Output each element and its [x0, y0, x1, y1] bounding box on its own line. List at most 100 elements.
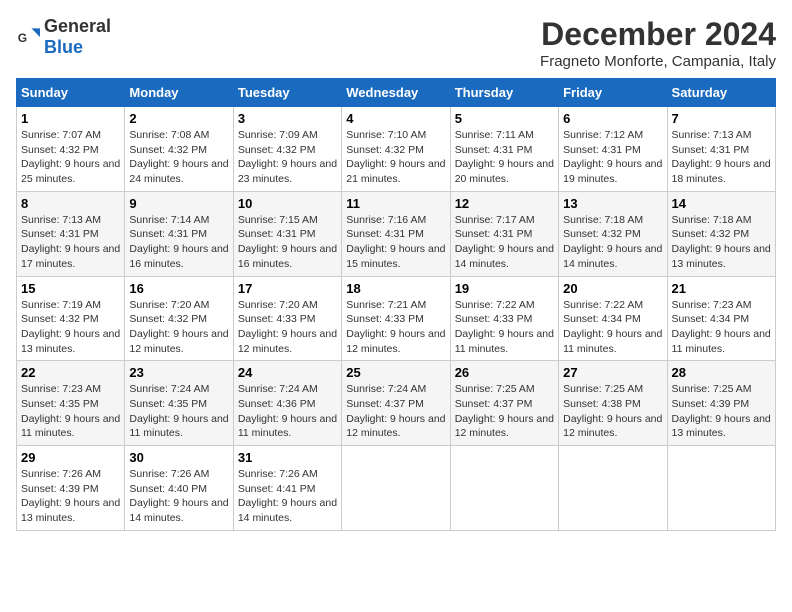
day-number: 4 [346, 111, 445, 126]
day-number: 25 [346, 365, 445, 380]
calendar-cell [667, 446, 775, 531]
calendar-cell: 13 Sunrise: 7:18 AMSunset: 4:32 PMDayligh… [559, 191, 667, 276]
day-number: 21 [672, 281, 771, 296]
day-header-monday: Monday [125, 79, 233, 107]
day-header-saturday: Saturday [667, 79, 775, 107]
day-info: Sunrise: 7:09 AMSunset: 4:32 PMDaylight:… [238, 128, 337, 187]
calendar-table: SundayMondayTuesdayWednesdayThursdayFrid… [16, 78, 776, 531]
day-number: 22 [21, 365, 120, 380]
calendar-cell: 25 Sunrise: 7:24 AMSunset: 4:37 PMDayligh… [342, 361, 450, 446]
day-info: Sunrise: 7:18 AMSunset: 4:32 PMDaylight:… [563, 213, 662, 272]
calendar-cell [559, 446, 667, 531]
day-info: Sunrise: 7:19 AMSunset: 4:32 PMDaylight:… [21, 298, 120, 357]
calendar-cell: 9 Sunrise: 7:14 AMSunset: 4:31 PMDaylight… [125, 191, 233, 276]
logo-blue: Blue [44, 37, 83, 57]
day-number: 13 [563, 196, 662, 211]
day-number: 9 [129, 196, 228, 211]
day-number: 3 [238, 111, 337, 126]
day-number: 18 [346, 281, 445, 296]
calendar-cell: 26Sunrise: 7:25 AMSunset: 4:37 PMDayligh… [450, 361, 558, 446]
day-number: 10 [238, 196, 337, 211]
calendar-cell: 4 Sunrise: 7:10 AMSunset: 4:32 PMDaylight… [342, 107, 450, 192]
day-number: 19 [455, 281, 554, 296]
day-info: Sunrise: 7:11 AMSunset: 4:31 PMDaylight:… [455, 128, 554, 187]
calendar-cell: 31 Sunrise: 7:26 AMSunset: 4:41 PMDayligh… [233, 446, 341, 531]
calendar-cell: 19 Sunrise: 7:22 AMSunset: 4:33 PMDayligh… [450, 276, 558, 361]
day-info: Sunrise: 7:13 AMSunset: 4:31 PMDaylight:… [21, 213, 120, 272]
calendar-cell: 28Sunrise: 7:25 AMSunset: 4:39 PMDayligh… [667, 361, 775, 446]
calendar-cell: 21Sunrise: 7:23 AMSunset: 4:34 PMDayligh… [667, 276, 775, 361]
day-number: 20 [563, 281, 662, 296]
day-info: Sunrise: 7:13 AMSunset: 4:31 PMDaylight:… [672, 128, 771, 187]
calendar-cell: 5 Sunrise: 7:11 AMSunset: 4:31 PMDaylight… [450, 107, 558, 192]
day-info: Sunrise: 7:16 AMSunset: 4:31 PMDaylight:… [346, 213, 445, 272]
day-number: 8 [21, 196, 120, 211]
day-number: 26 [455, 365, 554, 380]
day-number: 27 [563, 365, 662, 380]
week-row-3: 15 Sunrise: 7:19 AMSunset: 4:32 PMDayligh… [17, 276, 776, 361]
day-info: Sunrise: 7:21 AMSunset: 4:33 PMDaylight:… [346, 298, 445, 357]
day-header-wednesday: Wednesday [342, 79, 450, 107]
calendar-cell: 20 Sunrise: 7:22 AMSunset: 4:34 PMDayligh… [559, 276, 667, 361]
day-info: Sunrise: 7:07 AMSunset: 4:32 PMDaylight:… [21, 128, 120, 187]
calendar-cell: 24Sunrise: 7:24 AMSunset: 4:36 PMDayligh… [233, 361, 341, 446]
day-number: 12 [455, 196, 554, 211]
day-info: Sunrise: 7:26 AMSunset: 4:41 PMDaylight:… [238, 467, 337, 526]
calendar-cell: 22 Sunrise: 7:23 AMSunset: 4:35 PMDayligh… [17, 361, 125, 446]
day-number: 15 [21, 281, 120, 296]
calendar-cell: 7Sunrise: 7:13 AMSunset: 4:31 PMDaylight… [667, 107, 775, 192]
title-area: December 2024 Fragneto Monforte, Campani… [540, 16, 776, 70]
month-title: December 2024 [540, 16, 776, 53]
day-info: Sunrise: 7:24 AMSunset: 4:37 PMDaylight:… [346, 382, 445, 441]
day-header-sunday: Sunday [17, 79, 125, 107]
day-number: 5 [455, 111, 554, 126]
day-number: 31 [238, 450, 337, 465]
calendar-cell: 27 Sunrise: 7:25 AMSunset: 4:38 PMDayligh… [559, 361, 667, 446]
day-number: 23 [129, 365, 228, 380]
day-info: Sunrise: 7:20 AMSunset: 4:32 PMDaylight:… [129, 298, 228, 357]
calendar-cell: 10 Sunrise: 7:15 AMSunset: 4:31 PMDayligh… [233, 191, 341, 276]
week-row-5: 29 Sunrise: 7:26 AMSunset: 4:39 PMDayligh… [17, 446, 776, 531]
day-info: Sunrise: 7:23 AMSunset: 4:35 PMDaylight:… [21, 382, 120, 441]
week-row-2: 8 Sunrise: 7:13 AMSunset: 4:31 PMDaylight… [17, 191, 776, 276]
day-info: Sunrise: 7:18 AMSunset: 4:32 PMDaylight:… [672, 213, 771, 272]
day-info: Sunrise: 7:15 AMSunset: 4:31 PMDaylight:… [238, 213, 337, 272]
calendar-cell: 2Sunrise: 7:08 AMSunset: 4:32 PMDaylight… [125, 107, 233, 192]
day-info: Sunrise: 7:22 AMSunset: 4:33 PMDaylight:… [455, 298, 554, 357]
logo: G General Blue [16, 16, 111, 58]
day-number: 6 [563, 111, 662, 126]
day-info: Sunrise: 7:24 AMSunset: 4:36 PMDaylight:… [238, 382, 337, 441]
day-number: 29 [21, 450, 120, 465]
day-info: Sunrise: 7:10 AMSunset: 4:32 PMDaylight:… [346, 128, 445, 187]
day-header-tuesday: Tuesday [233, 79, 341, 107]
day-info: Sunrise: 7:17 AMSunset: 4:31 PMDaylight:… [455, 213, 554, 272]
calendar-cell: 15 Sunrise: 7:19 AMSunset: 4:32 PMDayligh… [17, 276, 125, 361]
calendar-cell: 6Sunrise: 7:12 AMSunset: 4:31 PMDaylight… [559, 107, 667, 192]
logo-icon: G [16, 25, 40, 49]
day-info: Sunrise: 7:26 AMSunset: 4:40 PMDaylight:… [129, 467, 228, 526]
calendar-cell: 29 Sunrise: 7:26 AMSunset: 4:39 PMDayligh… [17, 446, 125, 531]
day-header-friday: Friday [559, 79, 667, 107]
day-info: Sunrise: 7:26 AMSunset: 4:39 PMDaylight:… [21, 467, 120, 526]
day-info: Sunrise: 7:25 AMSunset: 4:39 PMDaylight:… [672, 382, 771, 441]
week-row-4: 22 Sunrise: 7:23 AMSunset: 4:35 PMDayligh… [17, 361, 776, 446]
day-number: 2 [129, 111, 228, 126]
day-info: Sunrise: 7:14 AMSunset: 4:31 PMDaylight:… [129, 213, 228, 272]
calendar-cell: 3 Sunrise: 7:09 AMSunset: 4:32 PMDaylight… [233, 107, 341, 192]
calendar-cell: 11Sunrise: 7:16 AMSunset: 4:31 PMDayligh… [342, 191, 450, 276]
logo-general: General [44, 16, 111, 36]
day-info: Sunrise: 7:24 AMSunset: 4:35 PMDaylight:… [129, 382, 228, 441]
day-number: 30 [129, 450, 228, 465]
calendar-header-row: SundayMondayTuesdayWednesdayThursdayFrid… [17, 79, 776, 107]
week-row-1: 1 Sunrise: 7:07 AMSunset: 4:32 PMDaylight… [17, 107, 776, 192]
calendar-cell: 16Sunrise: 7:20 AMSunset: 4:32 PMDayligh… [125, 276, 233, 361]
logo-text: General Blue [44, 16, 111, 58]
day-number: 17 [238, 281, 337, 296]
day-number: 1 [21, 111, 120, 126]
calendar-cell: 14Sunrise: 7:18 AMSunset: 4:32 PMDayligh… [667, 191, 775, 276]
header: G General Blue December 2024 Fragneto Mo… [16, 16, 776, 70]
calendar-cell: 30 Sunrise: 7:26 AMSunset: 4:40 PMDayligh… [125, 446, 233, 531]
day-info: Sunrise: 7:25 AMSunset: 4:38 PMDaylight:… [563, 382, 662, 441]
calendar-cell: 8 Sunrise: 7:13 AMSunset: 4:31 PMDaylight… [17, 191, 125, 276]
day-info: Sunrise: 7:22 AMSunset: 4:34 PMDaylight:… [563, 298, 662, 357]
